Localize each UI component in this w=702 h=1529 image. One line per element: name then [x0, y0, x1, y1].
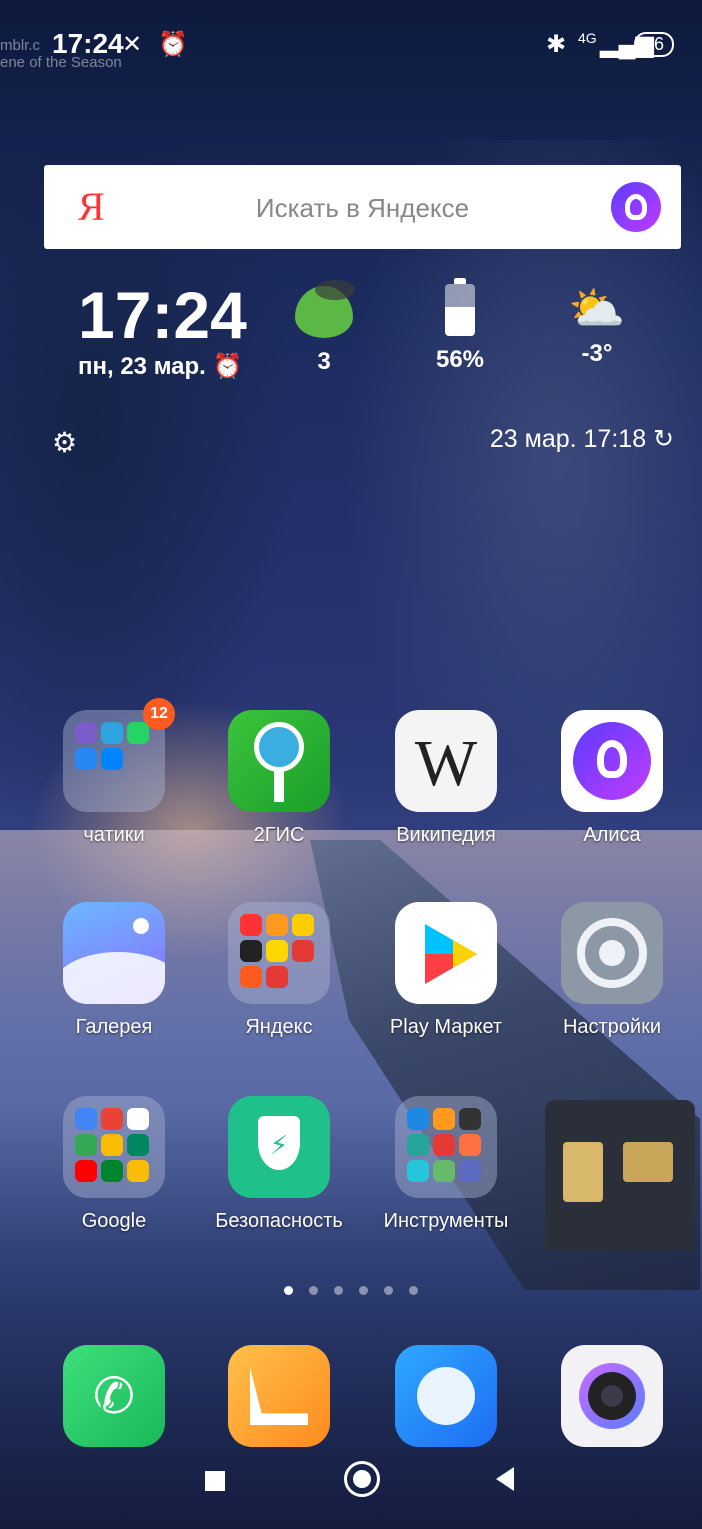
weather-value: -3°	[581, 340, 613, 367]
app-label: Алиса	[583, 824, 641, 846]
battery-icon	[445, 278, 475, 336]
wikipedia-icon: W	[395, 710, 497, 812]
clock-time: 17:24	[78, 278, 247, 352]
app-label: Play Маркет	[389, 1016, 503, 1038]
app-label: Википедия	[396, 824, 496, 846]
app-play-market[interactable]: Play Маркет	[376, 902, 516, 1039]
app-folder-chats[interactable]: чатики	[44, 710, 184, 847]
page-dot[interactable]	[334, 1286, 343, 1295]
page-dot[interactable]	[284, 1286, 293, 1295]
app-security[interactable]: ⚡ Безопасность	[209, 1096, 349, 1233]
security-shield-icon: ⚡	[228, 1096, 330, 1198]
weather-widget[interactable]: ⛅ -3°	[537, 278, 657, 368]
folder-icon	[228, 902, 330, 1004]
app-label: Галерея	[75, 1016, 153, 1038]
alarm-icon: ⏰	[158, 31, 188, 58]
mute-icon: ✕	[122, 31, 143, 58]
notification-badge: 12	[143, 698, 175, 730]
app-label: 2ГИС	[253, 824, 305, 846]
recents-button[interactable]	[205, 1471, 225, 1491]
alarm-icon: ⏰	[212, 353, 243, 380]
app-label: Инструменты	[383, 1210, 509, 1232]
battery-value: 56%	[435, 346, 485, 373]
clock-date: пн, 23 мар. ⏰	[78, 353, 243, 380]
search-placeholder: Искать в Яндексе	[255, 193, 470, 223]
page-dot[interactable]	[309, 1286, 318, 1295]
play-store-icon	[395, 902, 497, 1004]
page-dot[interactable]	[384, 1286, 393, 1295]
app-alice[interactable]: Алиса	[542, 710, 682, 847]
gallery-icon	[63, 902, 165, 1004]
page-dot[interactable]	[409, 1286, 418, 1295]
settings-gear-icon	[561, 902, 663, 1004]
app-label: Безопасность	[215, 1210, 343, 1232]
folder-icon	[395, 1096, 497, 1198]
app-label: Настройки	[562, 1016, 662, 1038]
network-type: 4G	[578, 30, 597, 46]
app-label: Яндекс	[245, 1016, 313, 1038]
wallpaper-train-front	[545, 1100, 695, 1250]
leaf-value: 3	[317, 348, 331, 375]
app-label: Google	[81, 1210, 147, 1232]
app-label: чатики	[83, 824, 145, 846]
home-button[interactable]	[344, 1461, 380, 1497]
weather-cloud-sun-icon: ⛅	[568, 282, 626, 334]
app-2gis[interactable]: 2ГИС	[209, 710, 349, 847]
bluetooth-icon: ✱	[546, 31, 567, 58]
status-time: 17:24	[52, 28, 124, 59]
widget-refresh[interactable]: 23 мар. 17:18 ↻	[490, 424, 674, 454]
page-indicator[interactable]	[0, 1282, 702, 1300]
battery-widget[interactable]: 56%	[400, 278, 520, 374]
battery-indicator: 56	[634, 32, 675, 57]
app-folder-google[interactable]: Google	[44, 1096, 184, 1233]
leaf-icon	[295, 280, 355, 338]
gear-icon[interactable]: ⚙	[52, 426, 77, 459]
folder-icon	[63, 1096, 165, 1198]
clock-widget[interactable]: 17:24 пн, 23 мар. ⏰	[78, 280, 247, 381]
app-settings[interactable]: Настройки	[542, 902, 682, 1039]
page-dot[interactable]	[359, 1286, 368, 1295]
refresh-icon: ↻	[653, 425, 674, 453]
back-button[interactable]	[496, 1467, 514, 1491]
2gis-icon	[228, 710, 330, 812]
alice-icon	[561, 710, 663, 812]
app-folder-yandex[interactable]: Яндекс	[209, 902, 349, 1039]
yandex-search-bar[interactable]: Я Искать в Яндексе	[44, 165, 681, 249]
app-folder-tools[interactable]: Инструменты	[376, 1096, 516, 1233]
home-screen: mblr.c ene of the Season 17:24 ✕ ⏰ ✱ 4G …	[0, 0, 702, 1529]
app-wikipedia[interactable]: W Википедия	[376, 710, 516, 847]
alice-voice-icon[interactable]	[611, 182, 661, 232]
app-gallery[interactable]: Галерея	[44, 902, 184, 1039]
navigation-bar	[0, 1429, 702, 1529]
leaf-widget[interactable]: 3	[264, 278, 384, 376]
status-bar: mblr.c ene of the Season 17:24 ✕ ⏰ ✱ 4G …	[0, 0, 702, 82]
